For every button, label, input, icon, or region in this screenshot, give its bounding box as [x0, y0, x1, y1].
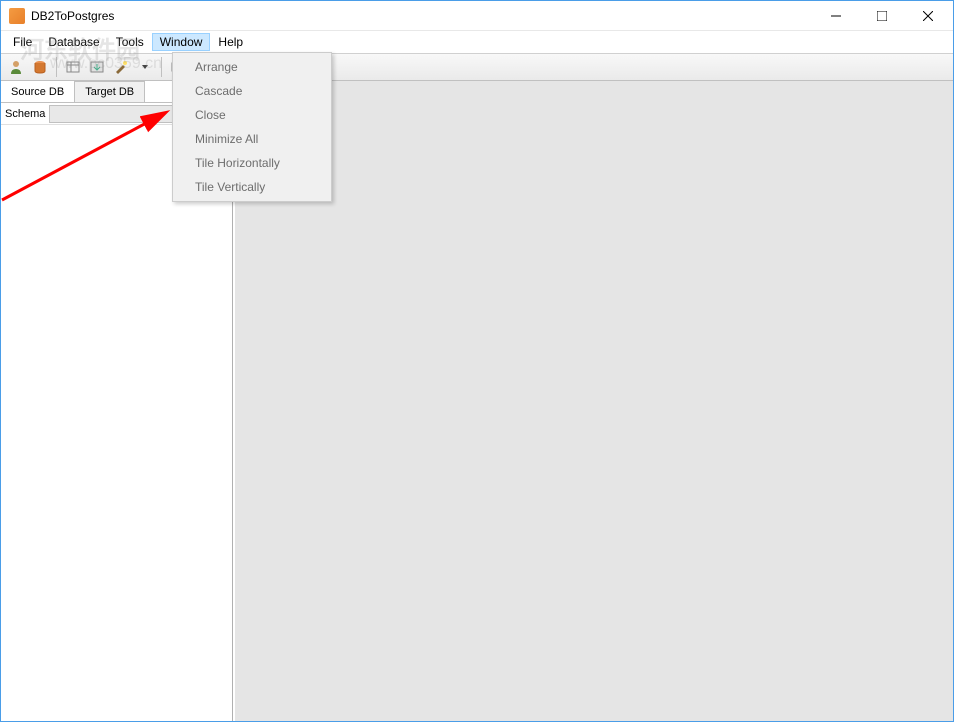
tab-target-db[interactable]: Target DB — [75, 81, 145, 102]
toolbar-separator — [56, 57, 57, 77]
menu-tile-horizontally[interactable]: Tile Horizontally — [175, 151, 329, 175]
menu-close[interactable]: Close — [175, 103, 329, 127]
maximize-button[interactable] — [859, 1, 905, 31]
app-icon — [9, 8, 25, 24]
main-window: DB2ToPostgres File Database Tools Window… — [0, 0, 954, 722]
menu-cascade[interactable]: Cascade — [175, 79, 329, 103]
content-area: Source DB Target DB Schema — [1, 81, 953, 721]
menu-file[interactable]: File — [5, 33, 40, 51]
menu-window[interactable]: Window — [152, 33, 211, 51]
menu-database[interactable]: Database — [40, 33, 107, 51]
menu-arrange[interactable]: Arrange — [175, 55, 329, 79]
window-controls — [813, 1, 951, 31]
menu-help[interactable]: Help — [210, 33, 251, 51]
toolbar-separator — [161, 57, 162, 77]
toolbar-wizard-icon[interactable] — [110, 56, 132, 78]
toolbar-import-icon[interactable] — [86, 56, 108, 78]
window-menu-dropdown: Arrange Cascade Close Minimize All Tile … — [172, 52, 332, 202]
window-title: DB2ToPostgres — [31, 9, 813, 23]
toolbar-db-icon[interactable] — [29, 56, 51, 78]
main-workspace — [233, 81, 953, 721]
schema-label: Schema — [5, 108, 49, 120]
tab-source-db[interactable]: Source DB — [1, 81, 75, 102]
db-tree[interactable] — [1, 125, 232, 721]
menu-minimize-all[interactable]: Minimize All — [175, 127, 329, 151]
toolbar-user-icon[interactable] — [5, 56, 27, 78]
titlebar: DB2ToPostgres — [1, 1, 953, 31]
toolbar-table-icon[interactable] — [62, 56, 84, 78]
toolbar — [1, 53, 953, 81]
menu-tools[interactable]: Tools — [108, 33, 152, 51]
menu-tile-vertically[interactable]: Tile Vertically — [175, 175, 329, 199]
menubar: File Database Tools Window Help — [1, 31, 953, 53]
minimize-button[interactable] — [813, 1, 859, 31]
toolbar-dropdown-icon[interactable] — [134, 56, 156, 78]
close-button[interactable] — [905, 1, 951, 31]
